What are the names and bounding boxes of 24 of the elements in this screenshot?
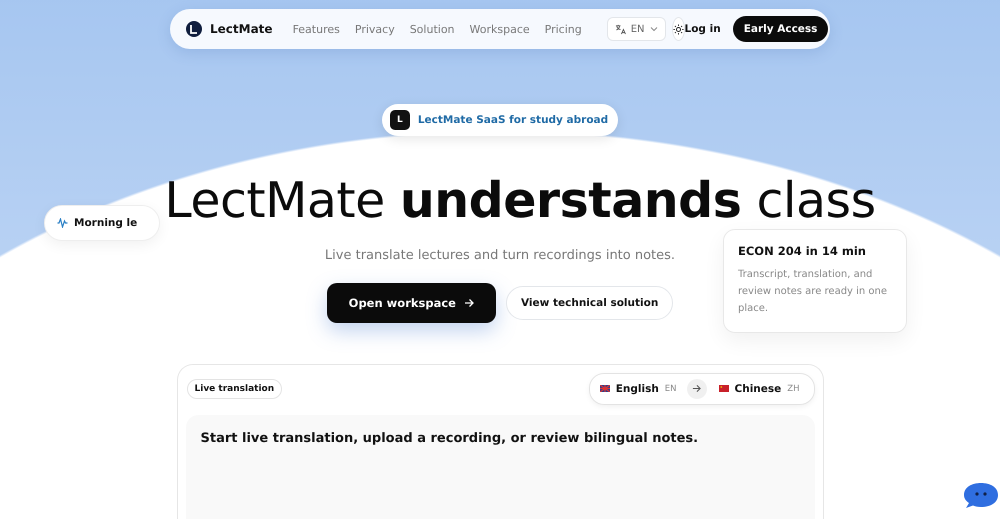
open-workspace-button[interactable]: Open workspace xyxy=(326,282,496,323)
nav-link[interactable]: Solution xyxy=(410,22,455,36)
chip-text: Morning le xyxy=(74,217,138,229)
language-selector[interactable]: EN xyxy=(606,17,666,41)
card-text: Transcript, translation, and review notes are ready in one place. xyxy=(738,268,888,316)
nav-link[interactable]: Privacy xyxy=(354,22,395,36)
target-code: ZH xyxy=(787,384,800,394)
technical-solution-button[interactable]: View technical solution xyxy=(506,286,674,320)
hero-title: LectMate understands class xyxy=(164,174,876,228)
badge-logo: L xyxy=(390,110,410,130)
panel-tag: Live translation xyxy=(186,378,282,399)
source-code: EN xyxy=(664,384,677,394)
hero-subtitle: Live translate lectures and turn recordings into notes. xyxy=(324,248,676,263)
login-link[interactable]: Log in xyxy=(684,23,721,35)
early-access-button[interactable]: Early Access xyxy=(732,16,828,42)
nav-link[interactable]: Pricing xyxy=(544,22,582,36)
card-title: ECON 204 in 14 min xyxy=(738,244,867,258)
source-language[interactable]: English xyxy=(616,382,659,395)
badge-text: LectMate SaaS for study abroad xyxy=(418,114,608,126)
nav-link[interactable]: Features xyxy=(292,22,340,36)
target-language[interactable]: Chinese xyxy=(734,382,782,395)
brand-name[interactable]: LectMate xyxy=(210,22,273,36)
prompt-text: Start live translation, upload a recording, or review bilingual notes. xyxy=(200,430,700,446)
nav-link[interactable]: Workspace xyxy=(470,22,530,36)
